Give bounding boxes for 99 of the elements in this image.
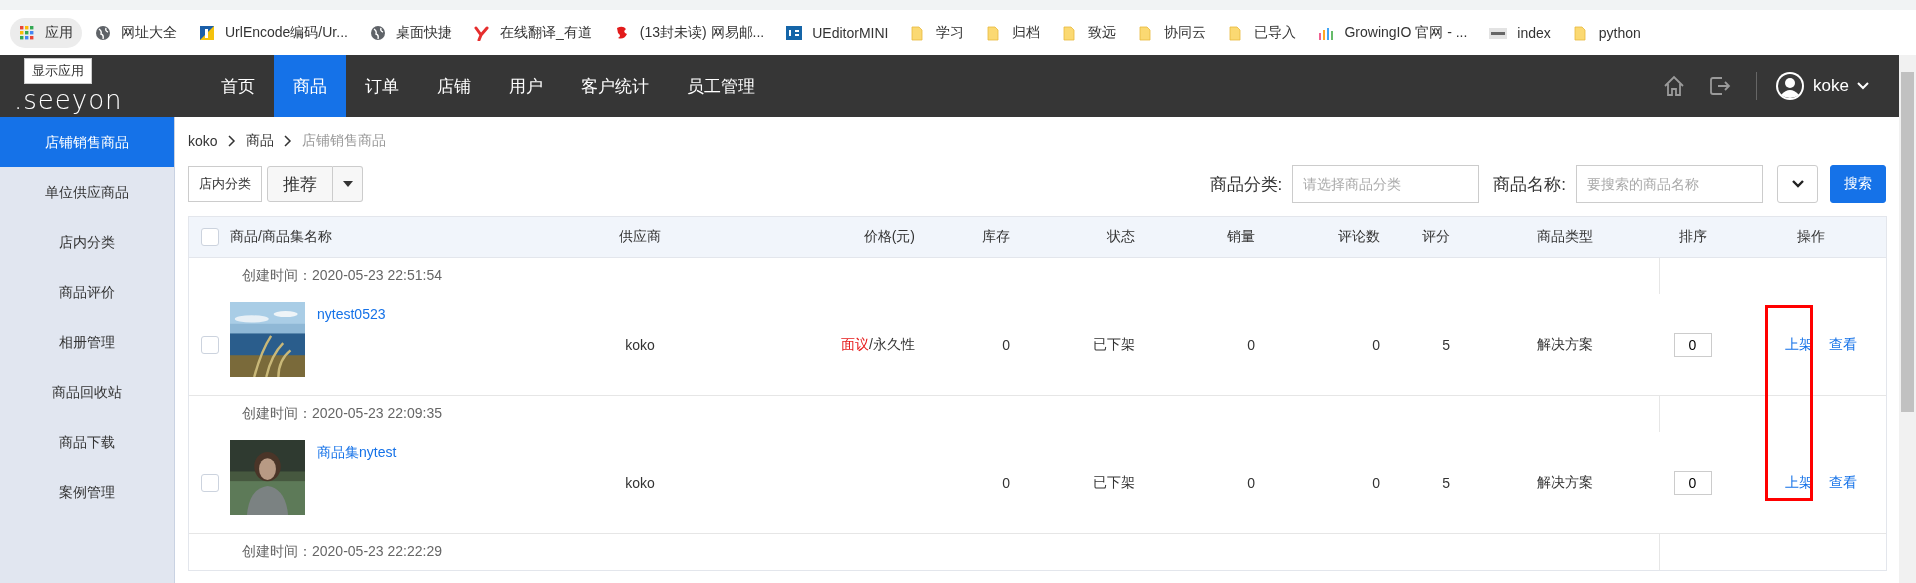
editor-logo-icon bbox=[786, 24, 803, 41]
bookmark[interactable]: index bbox=[1480, 18, 1560, 47]
globe-icon bbox=[95, 24, 111, 41]
nav-tab[interactable]: 商品 bbox=[274, 55, 346, 117]
table-cell-text: 解决方案 bbox=[1536, 473, 1594, 492]
bookmark[interactable]: 在线翻译_有道 bbox=[464, 17, 601, 48]
bookmark[interactable]: UrlEncode编码/Ur... bbox=[190, 17, 357, 48]
column-header: 评分 bbox=[1421, 228, 1451, 246]
nav-tab[interactable]: 首页 bbox=[202, 55, 274, 117]
column-header: 操作 bbox=[1795, 228, 1826, 246]
sidebar-item[interactable]: 店铺销售商品 bbox=[0, 117, 174, 167]
column-header: 状态 bbox=[1106, 228, 1136, 246]
y-letter-icon bbox=[473, 24, 490, 41]
table-cell-text: 0 bbox=[1246, 474, 1256, 491]
sidebar-item[interactable]: 相册管理 bbox=[0, 317, 174, 367]
sidebar-item[interactable]: 商品评价 bbox=[0, 267, 174, 317]
logout-icon bbox=[1708, 74, 1733, 98]
table-cell-text: 0 bbox=[1001, 336, 1011, 353]
bookmark[interactable]: 协同云 bbox=[1129, 17, 1216, 48]
table-cell-text: 5 bbox=[1441, 474, 1451, 491]
nav-tab[interactable]: 客户统计 bbox=[562, 55, 668, 117]
table-cell-text: 解决方案 bbox=[1536, 335, 1594, 354]
folder-icon bbox=[1572, 24, 1589, 41]
sidebar-item[interactable]: 商品下载 bbox=[0, 417, 174, 467]
bookmark[interactable]: python bbox=[1563, 18, 1650, 47]
chevron-down-icon bbox=[1857, 82, 1869, 90]
dropdown-button[interactable] bbox=[333, 166, 363, 202]
action-link[interactable]: 查看 bbox=[1829, 335, 1857, 354]
recommend-button[interactable]: 推荐 bbox=[267, 166, 333, 202]
column-header: 销量 bbox=[1226, 228, 1256, 246]
bookmark[interactable]: 学习 bbox=[901, 17, 974, 48]
product-link[interactable]: nytest0523 bbox=[317, 306, 386, 322]
nav-tab[interactable]: 用户 bbox=[490, 55, 562, 117]
tooltip: 显示应用 bbox=[24, 58, 92, 84]
bookmark[interactable]: (13封未读) 网易邮... bbox=[604, 17, 774, 48]
action-link[interactable]: 查看 bbox=[1829, 473, 1857, 492]
column-header: 商品类型 bbox=[1536, 228, 1594, 246]
field-label: 商品分类: bbox=[1209, 173, 1283, 196]
bookmark[interactable]: 已导入 bbox=[1219, 17, 1306, 48]
column-header: 排序 bbox=[1677, 228, 1708, 246]
created-time: 创建时间：2020-05-23 22:22:29 bbox=[242, 543, 442, 559]
bookmark[interactable]: 归档 bbox=[977, 17, 1050, 48]
table-cell-text: 0 bbox=[1246, 336, 1256, 353]
sidebar-item[interactable]: 单位供应商品 bbox=[0, 167, 174, 217]
expand-button[interactable] bbox=[1777, 165, 1818, 203]
chevron-right-icon bbox=[227, 135, 236, 147]
column-header: 价格(元) bbox=[862, 228, 916, 246]
table-cell-text: 5 bbox=[1441, 336, 1451, 353]
logo[interactable]: .seeyon bbox=[14, 85, 123, 115]
column-header: 库存 bbox=[981, 228, 1011, 246]
table-cell-text: 0 bbox=[1371, 474, 1381, 491]
bookmark[interactable]: 致远 bbox=[1053, 17, 1126, 48]
chevron-down-icon bbox=[1791, 180, 1804, 188]
bookmark[interactable]: 桌面快捷 bbox=[360, 17, 461, 48]
search-button[interactable]: 搜索 bbox=[1830, 165, 1886, 203]
column-header: 商品/商品集名称 bbox=[230, 228, 333, 246]
created-time: 创建时间：2020-05-23 22:51:54 bbox=[242, 267, 442, 283]
table-cell-text: 已下架 bbox=[1092, 473, 1136, 492]
globe-icon bbox=[369, 24, 386, 41]
bookmark[interactable]: UEditorMINI bbox=[777, 18, 898, 47]
chevron-right-icon bbox=[283, 135, 292, 147]
scrollbar[interactable] bbox=[1899, 55, 1916, 583]
breadcrumb-item: 店铺销售商品 bbox=[301, 132, 386, 150]
scrollbar-thumb[interactable] bbox=[1901, 72, 1914, 412]
caret-icon bbox=[342, 181, 353, 187]
table-cell-text: koko bbox=[624, 336, 656, 353]
order-field[interactable]: 0 bbox=[1673, 332, 1712, 357]
bookmark[interactable]: 网址大全 bbox=[86, 17, 186, 48]
table-cell-text: koko bbox=[624, 474, 656, 491]
document-icon bbox=[199, 24, 215, 41]
nav-tab[interactable]: 员工管理 bbox=[668, 55, 774, 117]
breadcrumb-item[interactable]: 商品 bbox=[245, 132, 274, 150]
checkbox[interactable] bbox=[200, 473, 219, 492]
sidebar-item[interactable]: 店内分类 bbox=[0, 217, 174, 267]
price-text: 面议/永久性 bbox=[841, 335, 915, 352]
bookmark[interactable]: GrowingIO 官网 - ... bbox=[1309, 17, 1477, 48]
checkbox[interactable] bbox=[200, 228, 219, 246]
product-link[interactable]: 商品集nytest bbox=[317, 444, 397, 462]
sidebar-item[interactable]: 商品回收站 bbox=[0, 367, 174, 417]
apps-grid-icon bbox=[19, 24, 35, 41]
sidebar-item[interactable]: 案例管理 bbox=[0, 467, 174, 517]
field-label: 商品名称: bbox=[1493, 173, 1566, 196]
column-header: 评论数 bbox=[1337, 228, 1381, 246]
order-field[interactable]: 0 bbox=[1673, 470, 1712, 495]
table-cell-text: 0 bbox=[1371, 336, 1381, 353]
breadcrumb-item[interactable]: koko bbox=[188, 133, 218, 149]
nav-tab[interactable]: 订单 bbox=[346, 55, 418, 117]
created-time: 创建时间：2020-05-23 22:09:35 bbox=[242, 405, 442, 421]
user-menu[interactable]: koke bbox=[1775, 71, 1869, 101]
table-cell-text: 0 bbox=[1001, 474, 1011, 491]
avatar-icon bbox=[1775, 71, 1806, 101]
search-field[interactable]: 要搜索的商品名称 bbox=[1576, 165, 1763, 203]
category-field[interactable]: 请选择商品分类 bbox=[1292, 165, 1480, 203]
table-cell-text: 已下架 bbox=[1092, 335, 1136, 354]
bookmark[interactable]: 应用 bbox=[10, 17, 82, 48]
nav-tab[interactable]: 店铺 bbox=[418, 55, 490, 117]
checkbox[interactable] bbox=[200, 335, 219, 354]
category-button[interactable]: 店内分类 bbox=[188, 166, 262, 202]
column-header: 供应商 bbox=[618, 228, 662, 246]
